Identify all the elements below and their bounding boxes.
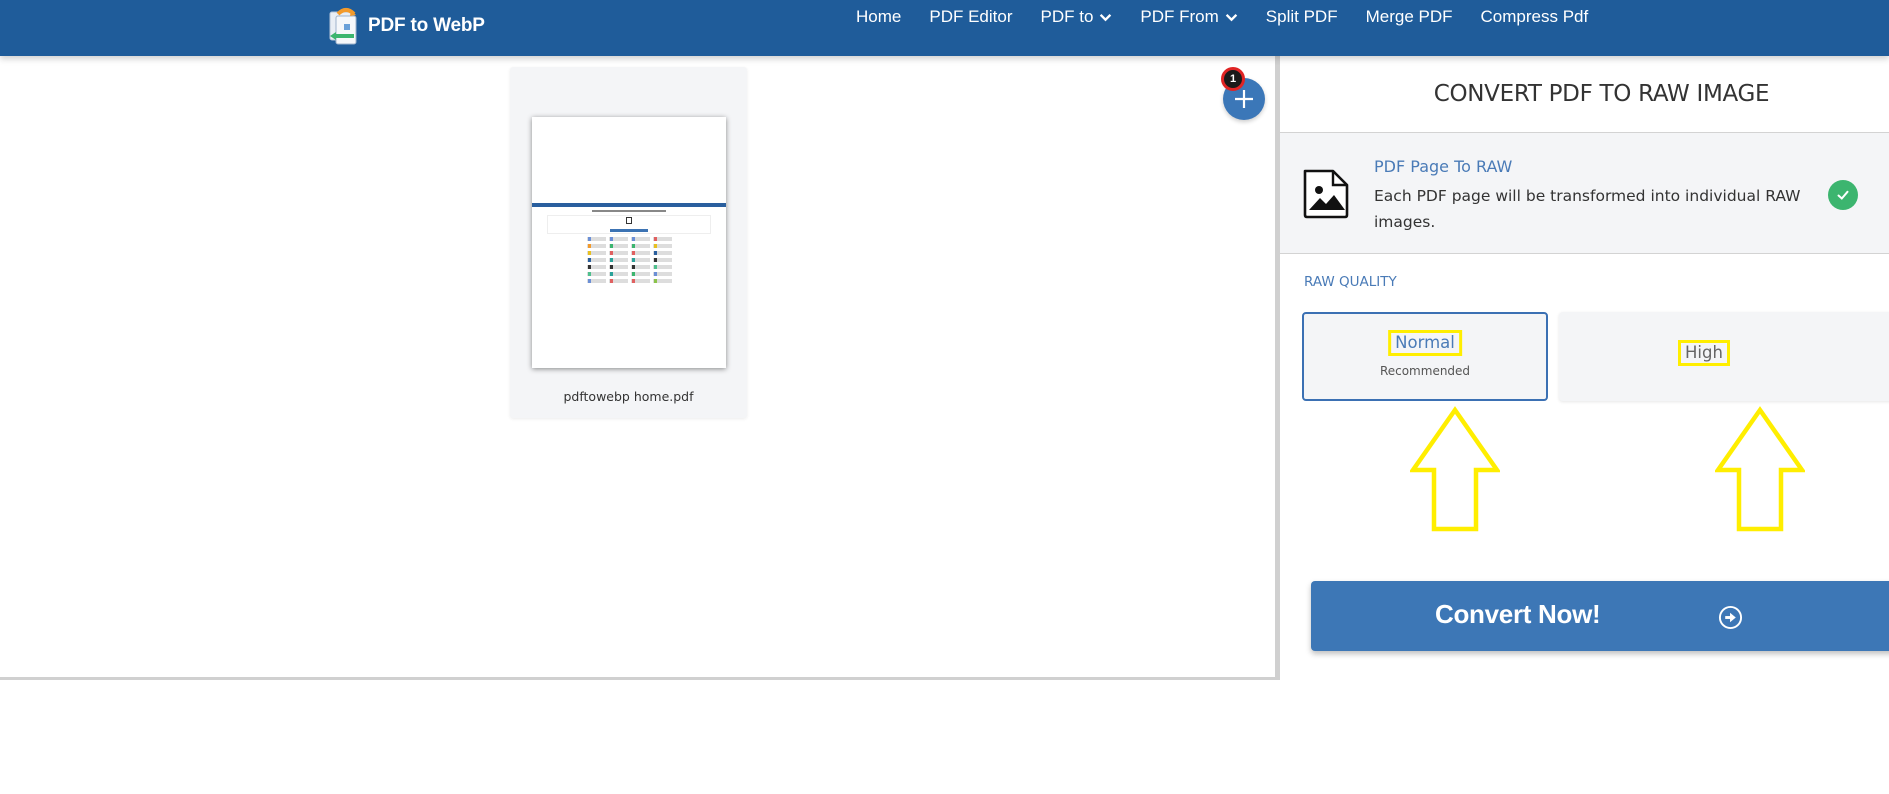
chevron-down-icon [1100,13,1112,21]
file-card[interactable]: pdftowebp home.pdf [510,67,747,418]
thumb-cell [653,237,672,241]
check-icon [1837,190,1849,200]
convert-now-button[interactable]: Convert Now! [1311,581,1889,651]
option-title: PDF Page To RAW [1374,157,1513,176]
option-description: Each PDF page will be transformed into i… [1374,187,1801,231]
thumb-cell [587,244,606,248]
thumb-cell [631,244,650,248]
thumb-cell [653,258,672,262]
options-panel: CONVERT PDF TO RAW IMAGE PDF Page To RAW… [1280,56,1889,794]
image-file-icon [1303,169,1349,219]
nav-merge-pdf[interactable]: Merge PDF [1352,6,1467,28]
nav-compress-pdf[interactable]: Compress Pdf [1467,6,1603,28]
thumb-cell [587,251,606,255]
quality-label: RAW QUALITY [1304,274,1397,290]
thumb-cell [631,265,650,269]
thumb-cell [609,237,628,241]
nav-pdf-to-label: PDF to [1040,7,1094,26]
nav-pdf-from-label: PDF From [1140,7,1219,26]
thumb-cell [653,251,672,255]
workspace-bottom-border [0,677,1280,680]
nav-pdf-to[interactable]: PDF to [1027,6,1127,28]
thumb-cell [609,272,628,276]
file-name: pdftowebp home.pdf [563,389,694,404]
thumb-cell [609,251,628,255]
site-logo[interactable]: PDF to WebP [324,4,485,48]
thumb-cell [587,237,606,241]
thumb-cell [631,272,650,276]
nav-split-pdf-label: Split PDF [1265,7,1338,26]
thumb-cell [609,265,628,269]
thumb-header-bar [532,203,726,207]
nav-split-pdf[interactable]: Split PDF [1252,6,1352,28]
thumb-cell [587,265,606,269]
nav-pdf-editor-label: PDF Editor [929,7,1013,26]
file-count-badge: 1 [1221,67,1245,91]
thumb-cell [609,258,628,262]
thumb-cell [631,251,650,255]
thumb-cell [587,258,606,262]
nav-pdf-editor[interactable]: PDF Editor [915,6,1026,28]
logo-icon [329,8,357,45]
conversion-option[interactable]: PDF Page To RAW Each PDF page will be tr… [1280,132,1889,254]
top-navbar: PDF to WebP Home PDF Editor PDF to PDF F… [0,0,1889,56]
thumb-cell [587,272,606,276]
thumb-tool-grid [587,237,672,283]
main-nav: Home PDF Editor PDF to PDF From Split PD… [842,6,1602,28]
thumb-cell [609,279,628,283]
chevron-down-icon [1225,13,1238,21]
plus-icon [1235,90,1253,108]
thumb-cell [631,237,650,241]
annotation-arrow-up-icon [1715,406,1805,532]
selected-check [1828,180,1858,210]
thumb-doc-icon [626,217,632,224]
thumb-cell [653,265,672,269]
quality-option-high[interactable]: High [1559,312,1889,401]
pdf-page-thumbnail [532,117,726,368]
nav-compress-pdf-label: Compress Pdf [1480,7,1589,26]
thumb-cell [653,244,672,248]
thumb-cell [587,279,606,283]
nav-home-label: Home [856,7,902,26]
convert-button-label: Convert Now! [1435,599,1601,629]
quality-normal-name: Normal [1388,330,1462,356]
annotation-arrow-up-icon [1410,406,1500,532]
thumb-title-line [592,210,666,212]
nav-pdf-from[interactable]: PDF From [1126,6,1251,28]
thumb-cell [631,258,650,262]
nav-home[interactable]: Home [842,6,915,28]
quality-option-normal[interactable]: Normal Recommended [1302,312,1548,401]
thumb-button [610,229,648,232]
thumb-cell [631,279,650,283]
arrow-circle-right-icon [1718,605,1743,630]
logo-text: PDF to WebP [368,15,485,36]
thumb-cell [609,244,628,248]
quality-high-name: High [1678,340,1730,366]
panel-title: CONVERT PDF TO RAW IMAGE [1433,81,1770,107]
quality-normal-sub: Recommended [1379,364,1471,378]
thumb-cell [653,279,672,283]
thumb-cell [653,272,672,276]
nav-merge-pdf-label: Merge PDF [1365,7,1453,26]
